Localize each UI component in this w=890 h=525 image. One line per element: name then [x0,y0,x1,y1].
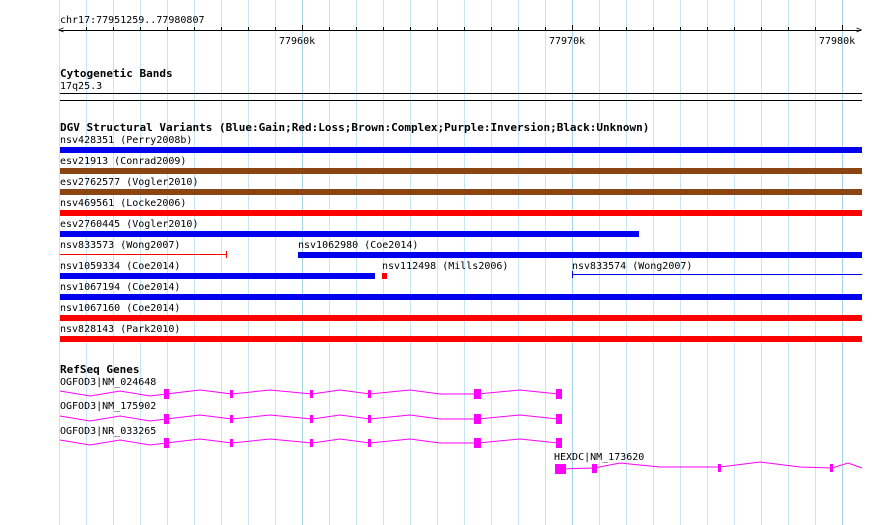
intron-line [559,461,863,470]
exon [164,389,169,399]
intron-line [59,438,559,446]
exon [556,438,562,448]
exon [310,439,313,447]
exon [592,464,597,473]
exon [830,464,833,472]
exon [310,415,313,423]
exon [164,414,169,424]
exon [474,414,481,424]
exon [230,415,233,423]
genome-browser-view: chr17:77951259..77980807 < > 77960k 7797… [0,0,890,525]
intron-line [59,414,559,422]
exon [368,390,371,398]
exon [368,439,371,447]
intron-line [59,389,559,397]
exon [474,438,481,448]
exon [230,390,233,398]
exon [474,389,481,399]
exon [556,414,562,424]
exon [718,464,721,472]
exon [368,415,371,423]
exon [556,389,562,399]
gene-models[interactable] [0,0,890,525]
exon [230,439,233,447]
exon [310,390,313,398]
exon [164,438,169,448]
exon [555,464,566,474]
